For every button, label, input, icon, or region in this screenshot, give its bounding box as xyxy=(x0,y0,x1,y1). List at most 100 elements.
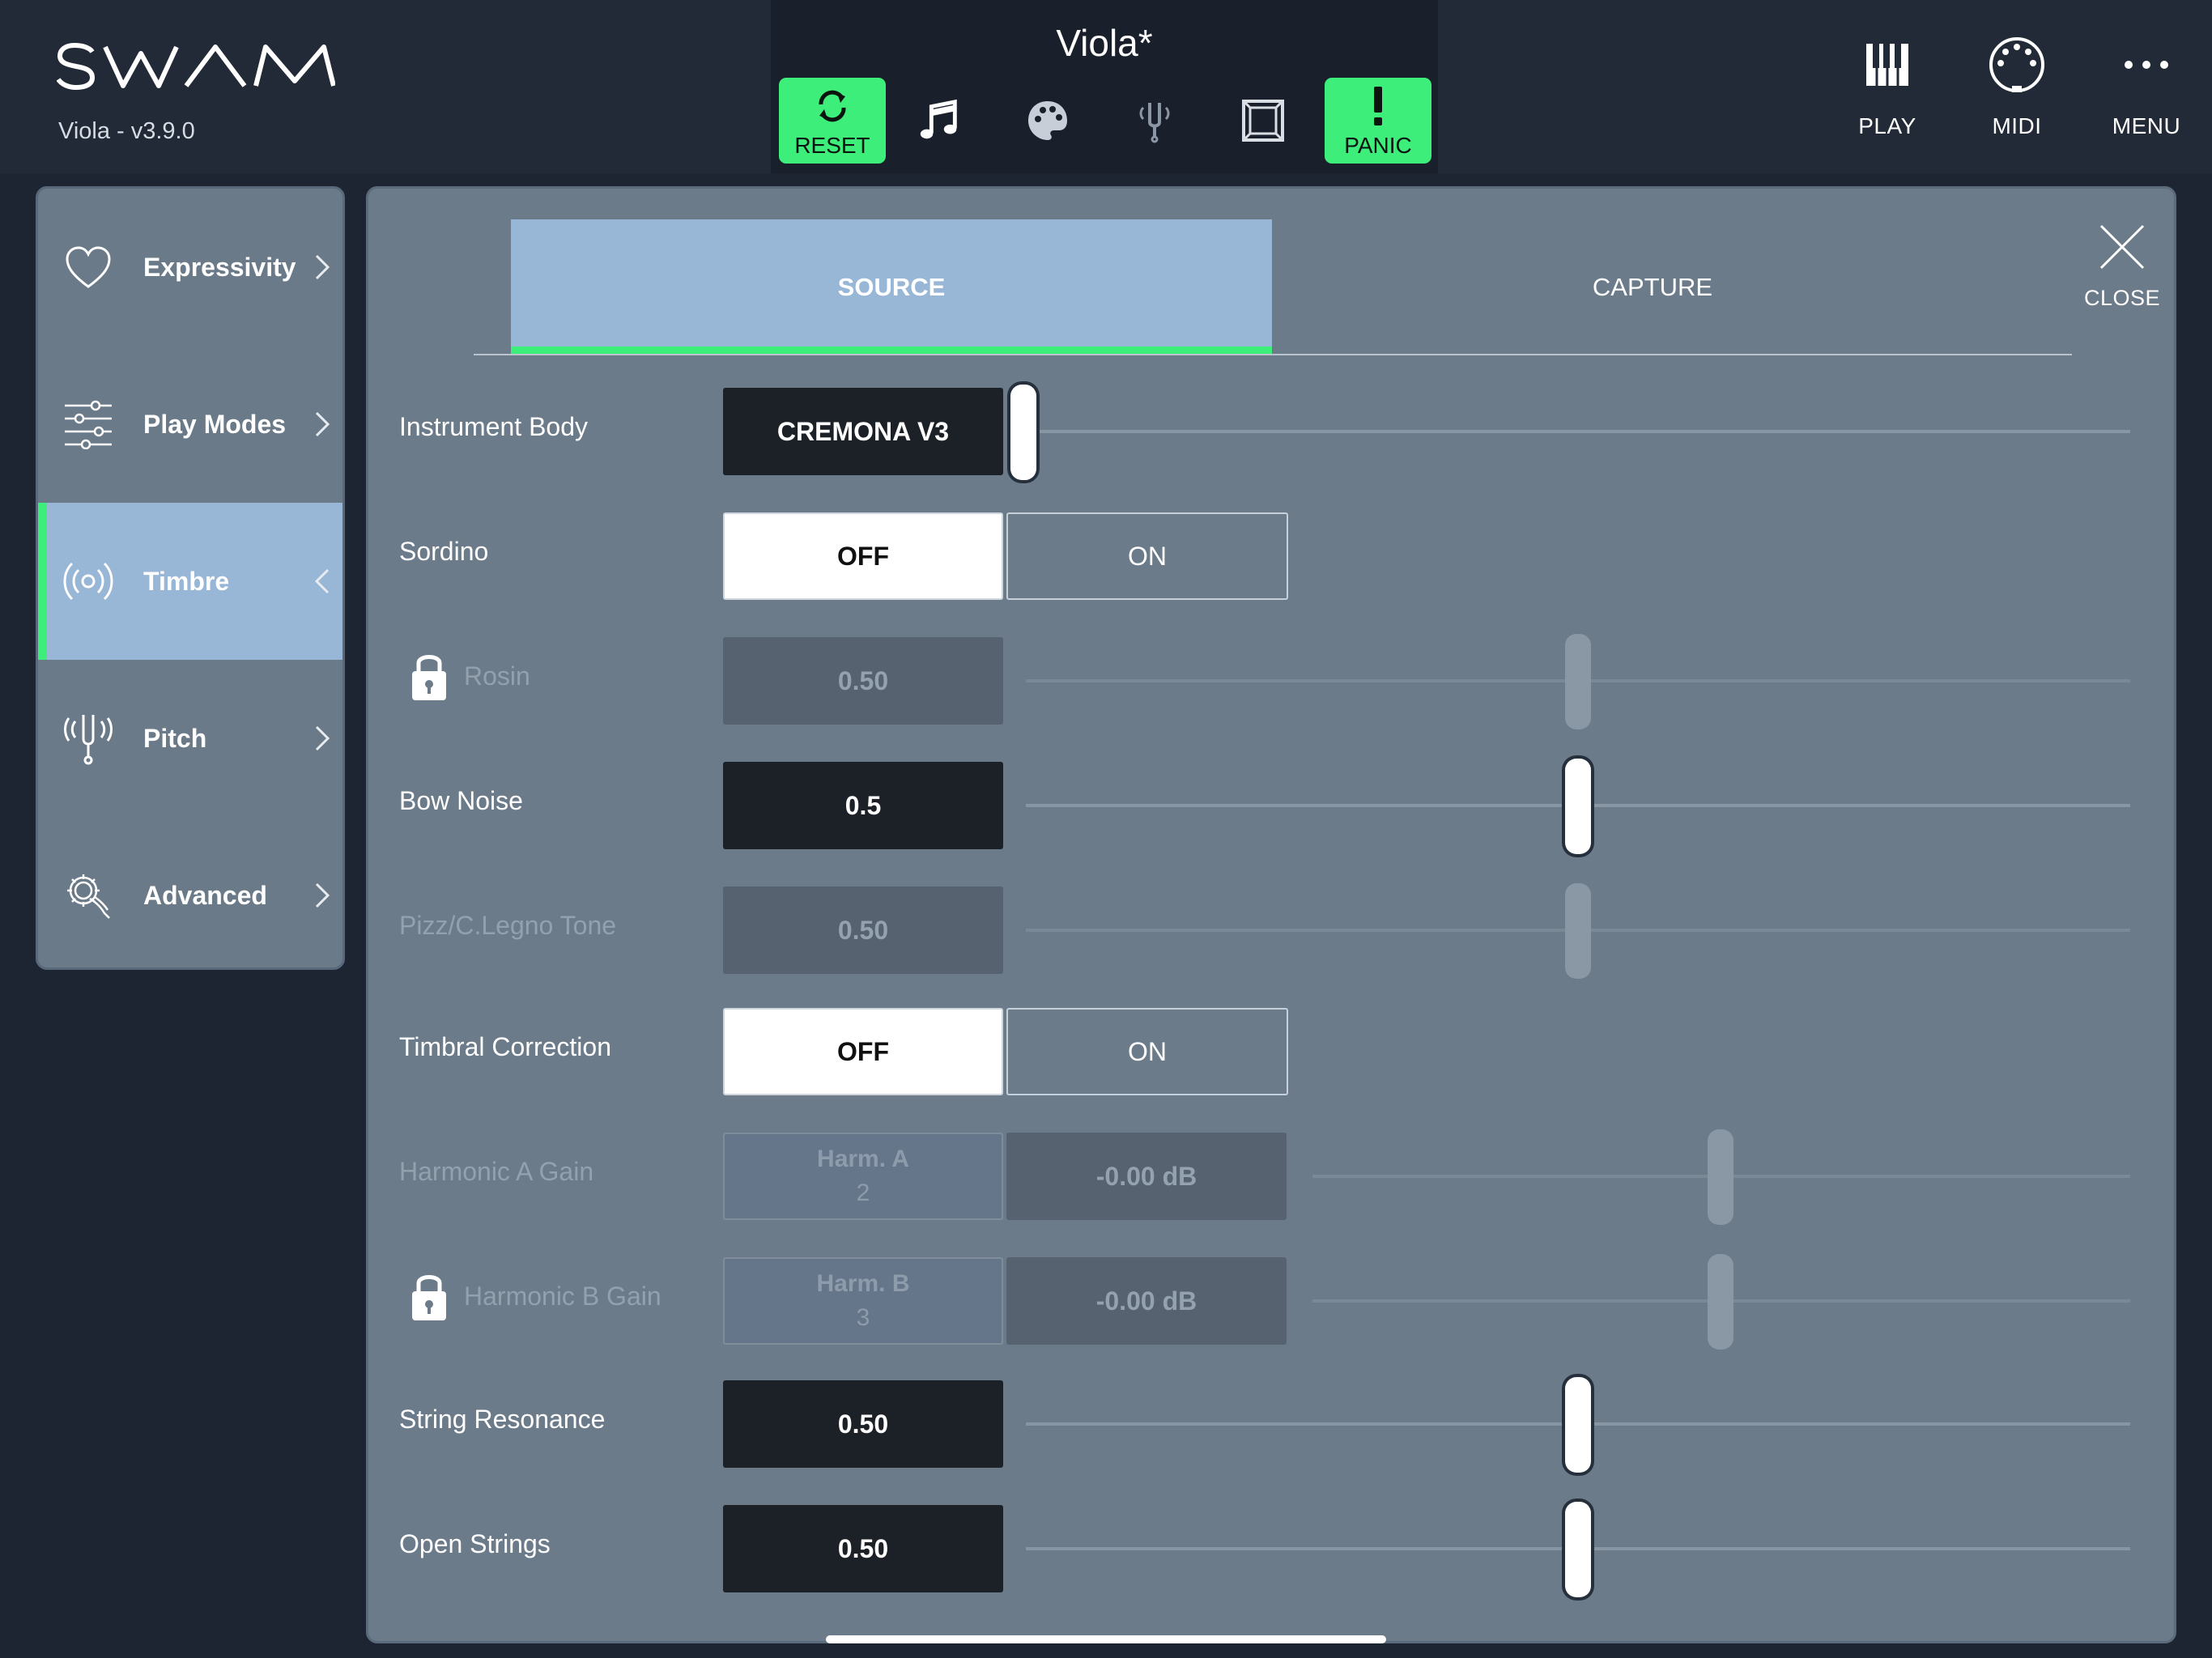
instrument-body-slider-thumb[interactable] xyxy=(1010,385,1036,480)
harmonic-a-slider-thumb xyxy=(1708,1129,1733,1225)
sidebar-item-play-modes[interactable]: Play Modes xyxy=(38,346,342,503)
panic-button[interactable]: PANIC xyxy=(1325,78,1431,164)
midi-button[interactable]: MIDI xyxy=(1964,32,2069,162)
music-note-icon xyxy=(916,97,963,144)
string-resonance-slider-thumb[interactable] xyxy=(1565,1377,1591,1473)
harmonic-a-selector: Harm. A 2 xyxy=(723,1133,1003,1220)
param-label: Sordino xyxy=(399,536,489,566)
timbre-panel: SOURCE CAPTURE CLOSE Instrument Body CRE… xyxy=(366,186,2176,1643)
harmonic-a-gain-value: -0.00 dB xyxy=(1006,1133,1287,1220)
sidebar-item-label: Pitch xyxy=(143,723,207,753)
pizz-tone-value: 0.50 xyxy=(723,886,1003,974)
param-row-pizz-tone: Pizz/C.Legno Tone 0.50 xyxy=(368,877,2174,979)
string-resonance-value[interactable]: 0.50 xyxy=(723,1380,1003,1468)
fullscreen-button[interactable] xyxy=(1210,78,1317,164)
play-label: PLAY xyxy=(1858,113,1916,138)
preset-panel: Viola* RESET PANIC xyxy=(771,0,1438,173)
timbral-correction-off-button[interactable]: OFF xyxy=(723,1008,1003,1095)
lock-icon[interactable] xyxy=(409,648,449,702)
sidebar-item-label: Play Modes xyxy=(143,409,287,439)
chevron-right-icon xyxy=(315,411,330,437)
timbral-correction-on-button[interactable]: ON xyxy=(1006,1008,1288,1095)
param-row-open-strings: Open Strings 0.50 xyxy=(368,1495,2174,1597)
tuner-button[interactable] xyxy=(1101,78,1208,164)
sidebar-item-expressivity[interactable]: Expressivity xyxy=(38,189,342,346)
heart-icon xyxy=(62,241,114,293)
top-bar: Viola - v3.9.0 Viola* RESET PANIC PLAY M… xyxy=(0,0,2212,173)
param-row-timbral-correction: Timbral Correction OFF ON xyxy=(368,998,2174,1095)
sidebar-item-label: Timbre xyxy=(143,566,230,596)
harmonic-b-slider-thumb xyxy=(1708,1254,1733,1350)
harm-title: Harm. B xyxy=(816,1270,910,1297)
tab-capture-label: CAPTURE xyxy=(1592,273,1713,301)
param-row-bow-noise: Bow Noise 0.5 xyxy=(368,752,2174,854)
sliders-icon xyxy=(62,398,114,450)
param-label: Bow Noise xyxy=(399,785,523,815)
sordino-off-button[interactable]: OFF xyxy=(723,512,1003,600)
tab-source-label: SOURCE xyxy=(837,273,946,301)
close-button[interactable]: CLOSE xyxy=(2074,223,2171,336)
param-label: Open Strings xyxy=(399,1528,551,1558)
param-label: Instrument Body xyxy=(399,411,588,441)
chevron-right-icon xyxy=(315,254,330,280)
menu-label: MENU xyxy=(2112,113,2181,138)
harm-number: 3 xyxy=(856,1304,870,1331)
tab-source[interactable]: SOURCE xyxy=(511,219,1272,355)
app-root: Viola - v3.9.0 Viola* RESET PANIC PLAY M… xyxy=(0,0,2212,1658)
open-strings-value[interactable]: 0.50 xyxy=(723,1505,1003,1592)
frame-icon xyxy=(1240,97,1287,144)
gear-hand-icon xyxy=(62,869,114,921)
palette-icon xyxy=(1024,97,1071,144)
preset-name[interactable]: Viola* xyxy=(771,21,1438,65)
reset-button[interactable]: RESET xyxy=(779,78,886,164)
reset-label: RESET xyxy=(794,133,870,158)
rosin-slider-thumb xyxy=(1565,634,1591,729)
broadcast-icon xyxy=(62,555,114,607)
exclamation-icon xyxy=(1355,83,1402,130)
param-label: Rosin xyxy=(464,661,530,691)
harmonic-b-selector: Harm. B 3 xyxy=(723,1257,1003,1345)
midi-label: MIDI xyxy=(1992,113,2042,138)
pizz-tone-slider-thumb xyxy=(1565,883,1591,979)
harm-number: 2 xyxy=(856,1180,870,1206)
refresh-icon xyxy=(809,83,856,130)
harm-title: Harm. A xyxy=(817,1146,909,1172)
bow-noise-slider-thumb[interactable] xyxy=(1565,759,1591,854)
version-label: Viola - v3.9.0 xyxy=(58,118,195,144)
param-row-string-resonance: String Resonance 0.50 xyxy=(368,1371,2174,1473)
music-note-button[interactable] xyxy=(886,78,993,164)
param-label: Pizz/C.Legno Tone xyxy=(399,910,617,940)
piano-keys-icon xyxy=(1855,32,1920,97)
palette-button[interactable] xyxy=(994,78,1101,164)
panic-label: PANIC xyxy=(1344,133,1412,158)
param-row-sordino: Sordino OFF ON xyxy=(368,503,2174,600)
menu-button[interactable]: MENU xyxy=(2094,32,2199,162)
home-indicator[interactable] xyxy=(826,1635,1386,1643)
sidebar-item-pitch[interactable]: Pitch xyxy=(38,660,342,817)
harmonic-b-gain-value: -0.00 dB xyxy=(1006,1257,1287,1345)
param-label: Harmonic A Gain xyxy=(399,1156,594,1186)
param-row-harmonic-a: Harmonic A Gain Harm. A 2 -0.00 dB xyxy=(368,1123,2174,1225)
param-label: Timbral Correction xyxy=(399,1031,611,1061)
param-row-instrument-body: Instrument Body CREMONA V3 xyxy=(368,378,2174,480)
param-label: Harmonic B Gain xyxy=(464,1281,661,1311)
midi-connector-icon xyxy=(1984,32,2049,97)
slider-track xyxy=(1021,430,2130,433)
sordino-on-button[interactable]: ON xyxy=(1006,512,1288,600)
close-icon xyxy=(2099,224,2145,270)
tuning-fork-icon xyxy=(1131,97,1178,144)
param-label: String Resonance xyxy=(399,1404,606,1434)
lock-icon[interactable] xyxy=(409,1269,449,1322)
tuning-fork-icon xyxy=(62,712,114,765)
open-strings-slider-thumb[interactable] xyxy=(1565,1502,1591,1597)
chevron-right-icon xyxy=(315,725,330,751)
tab-capture[interactable]: CAPTURE xyxy=(1272,219,2033,355)
sidebar-item-advanced[interactable]: Advanced xyxy=(38,817,342,967)
chevron-right-icon xyxy=(315,882,330,908)
instrument-body-selector[interactable]: CREMONA V3 xyxy=(723,388,1003,475)
sidebar-item-timbre[interactable]: Timbre xyxy=(38,503,342,660)
close-label: CLOSE xyxy=(2083,286,2161,310)
play-button[interactable]: PLAY xyxy=(1835,32,1940,162)
tab-divider xyxy=(474,354,2072,355)
bow-noise-value[interactable]: 0.5 xyxy=(723,762,1003,849)
